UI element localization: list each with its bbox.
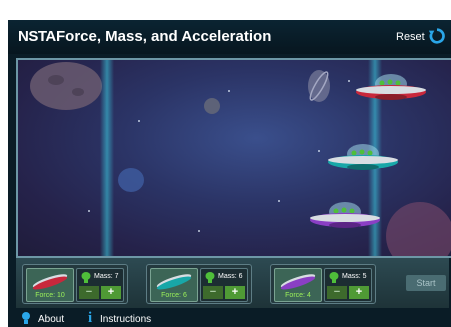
nsta-logo: NSTA	[18, 28, 56, 45]
mass-label: Mass: 5	[342, 273, 367, 280]
refresh-icon	[428, 28, 445, 44]
star	[278, 200, 280, 202]
about-label: About	[38, 314, 65, 325]
teal-saucer	[328, 144, 398, 170]
star	[138, 120, 140, 122]
info-icon: i	[88, 310, 93, 326]
reset-label: Reset	[396, 31, 425, 43]
mass-decrease-button[interactable]: −	[79, 286, 99, 299]
star	[88, 210, 90, 212]
lightbulb-icon	[22, 312, 30, 324]
ringed-planet	[308, 70, 330, 102]
star	[348, 80, 350, 82]
asteroid-small	[204, 98, 220, 114]
mass-control: Mass: 7 − +	[76, 268, 124, 302]
alien-icon	[329, 272, 339, 283]
red-saucer-panel: Force: 10 Mass: 7 − +	[22, 264, 128, 304]
simulation-app: NSTA Force, Mass, and Acceleration Reset	[8, 20, 451, 327]
red-saucer	[356, 74, 426, 100]
instructions-link[interactable]: i Instructions	[86, 310, 176, 327]
teal-saucer-thumb: Force: 6	[150, 268, 198, 302]
starting-beam	[100, 60, 114, 256]
about-link[interactable]: About	[20, 311, 80, 327]
purple-saucer-panel: Force: 4 Mass: 5 − +	[270, 264, 376, 304]
purple-saucer	[310, 202, 380, 228]
star	[318, 150, 320, 152]
reset-button[interactable]: Reset	[386, 27, 446, 49]
blue-planet	[118, 168, 144, 192]
force-label: Force: 4	[285, 292, 311, 299]
mass-increase-button[interactable]: +	[101, 286, 121, 299]
page-title: Force, Mass, and Acceleration	[56, 28, 272, 45]
mass-control: Mass: 5 − +	[324, 268, 372, 302]
instructions-label: Instructions	[100, 314, 152, 325]
mass-control: Mass: 6 − +	[200, 268, 248, 302]
force-label: Force: 6	[161, 292, 187, 299]
mass-decrease-button[interactable]: −	[203, 286, 223, 299]
alien-icon	[81, 272, 91, 283]
mass-increase-button[interactable]: +	[225, 286, 245, 299]
mass-label: Mass: 7	[94, 273, 119, 280]
header-bar: NSTA Force, Mass, and Acceleration Reset	[8, 20, 451, 54]
force-label: Force: 10	[35, 292, 65, 299]
teal-saucer-panel: Force: 6 Mass: 6 − +	[146, 264, 252, 304]
footer-bar: About i Instructions	[8, 308, 451, 327]
mass-decrease-button[interactable]: −	[327, 286, 347, 299]
mass-increase-button[interactable]: +	[349, 286, 369, 299]
asteroid	[30, 62, 102, 110]
space-scene	[16, 58, 451, 258]
start-button[interactable]: Start	[406, 275, 446, 291]
star	[228, 90, 230, 92]
mass-label: Mass: 6	[218, 273, 243, 280]
pink-planet	[386, 202, 451, 256]
teal-saucer-icon	[156, 274, 192, 290]
controls-bar: Force: 10 Mass: 7 − + Force: 6 Mass: 6 −…	[16, 258, 449, 308]
purple-saucer-icon	[280, 274, 316, 290]
purple-saucer-thumb: Force: 4	[274, 268, 322, 302]
alien-icon	[205, 272, 215, 283]
star	[198, 230, 200, 232]
red-saucer-icon	[32, 274, 68, 290]
red-saucer-thumb: Force: 10	[26, 268, 74, 302]
